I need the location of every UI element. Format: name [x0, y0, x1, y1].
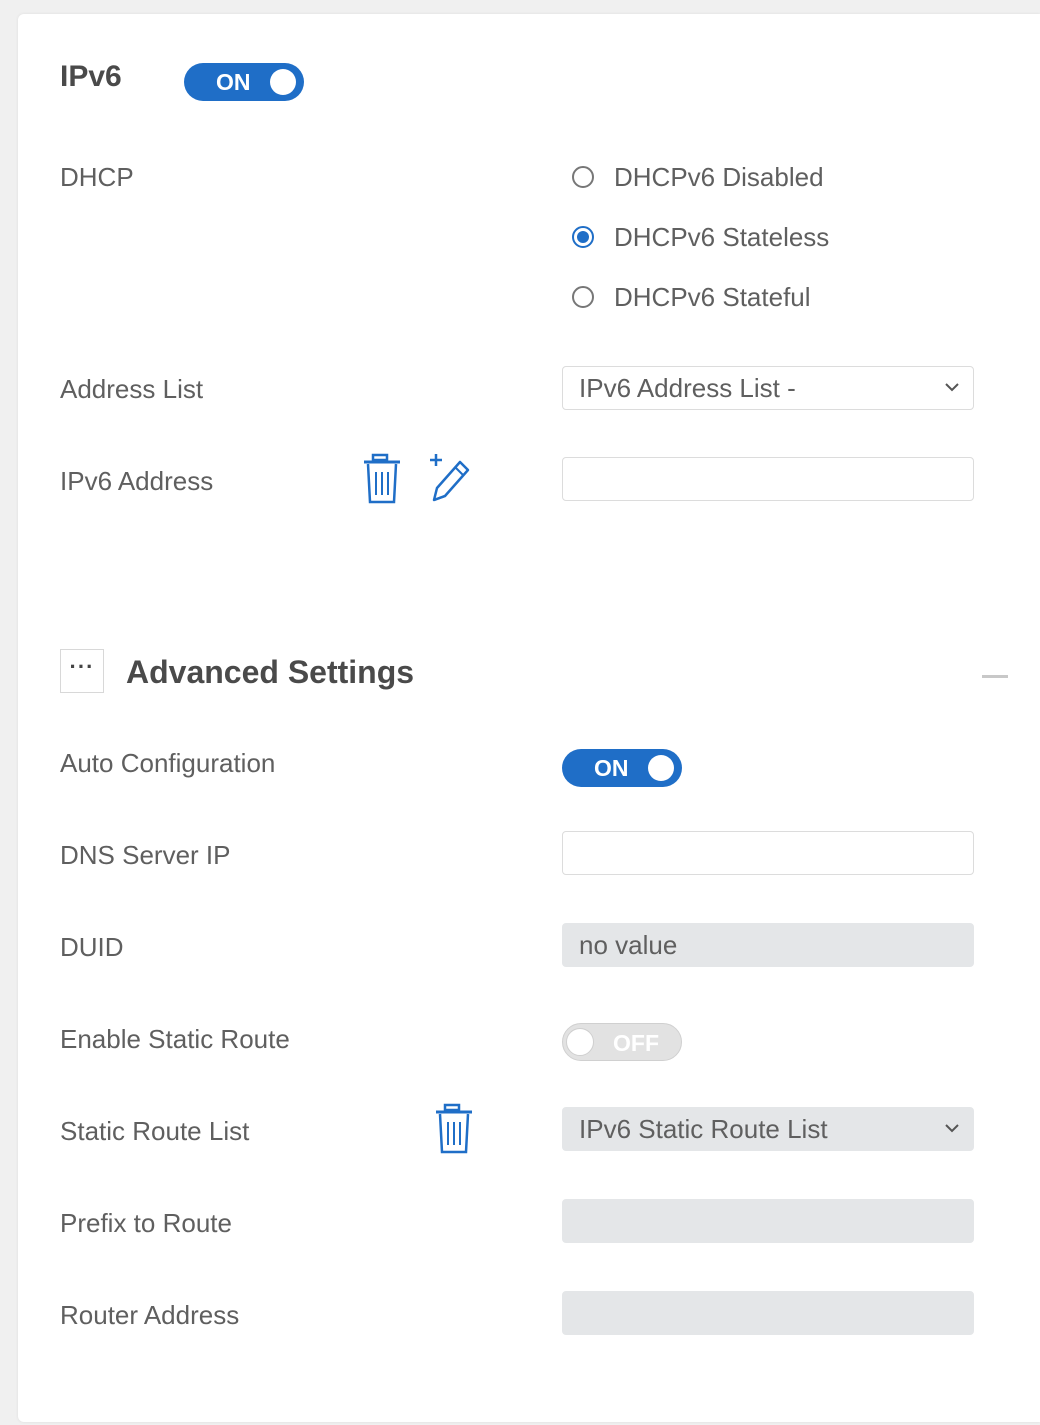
dhcp-label: DHCP: [60, 162, 134, 192]
advanced-settings-title: Advanced Settings: [126, 654, 415, 690]
address-list-label: Address List: [60, 374, 204, 404]
router-address-label: Router Address: [60, 1300, 240, 1330]
toggle-knob: [270, 69, 296, 95]
radio-dhcpv6-disabled[interactable]: DHCPv6 Disabled: [572, 157, 824, 197]
auto-config-label: Auto Configuration: [60, 748, 276, 778]
radio-label: DHCPv6 Stateful: [614, 281, 811, 312]
router-address-input: [562, 1291, 974, 1335]
auto-config-toggle-label: ON: [594, 755, 629, 781]
radio-circle-checked: [572, 226, 594, 248]
prefix-input: [562, 1199, 974, 1243]
dns-server-label: DNS Server IP: [60, 840, 231, 870]
trash-icon[interactable]: [432, 1102, 476, 1156]
static-route-toggle-label: OFF: [613, 1030, 659, 1056]
chevron-down-icon: [943, 367, 961, 424]
toggle-knob: [566, 1028, 594, 1056]
ipv6-settings-card: IPv6 ON DHCP DHCPv6 Disabled DHCPv6 Stat…: [18, 14, 1040, 1422]
static-route-list-label: Static Route List: [60, 1116, 250, 1146]
more-dots-icon[interactable]: ···: [60, 649, 104, 693]
static-route-label: Enable Static Route: [60, 1024, 290, 1054]
address-list-select[interactable]: IPv6 Address List -: [562, 366, 974, 410]
duid-field: no value: [562, 923, 974, 967]
radio-label: DHCPv6 Stateless: [614, 221, 830, 252]
static-route-list-selected: IPv6 Static Route List: [579, 1114, 828, 1144]
prefix-label: Prefix to Route: [60, 1208, 232, 1238]
collapse-icon[interactable]: [982, 675, 1008, 678]
duid-label: DUID: [60, 932, 124, 962]
ipv6-title: IPv6: [60, 60, 122, 93]
ipv6-toggle[interactable]: ON: [184, 63, 304, 101]
edit-pencil-icon[interactable]: [426, 452, 476, 506]
chevron-down-icon: [943, 1108, 961, 1165]
radio-circle: [572, 286, 594, 308]
static-route-list-select: IPv6 Static Route List: [562, 1107, 974, 1151]
trash-icon[interactable]: [360, 452, 404, 506]
auto-config-toggle[interactable]: ON: [562, 749, 682, 787]
toggle-knob: [648, 755, 674, 781]
address-list-selected: IPv6 Address List -: [579, 373, 796, 403]
radio-label: DHCPv6 Disabled: [614, 161, 824, 192]
ipv6-toggle-label: ON: [216, 69, 251, 95]
ipv6-address-label: IPv6 Address: [60, 466, 214, 496]
static-route-toggle[interactable]: OFF: [562, 1023, 682, 1061]
dns-server-input[interactable]: [562, 831, 974, 875]
radio-dhcpv6-stateless[interactable]: DHCPv6 Stateless: [572, 217, 829, 257]
ipv6-address-input[interactable]: [562, 457, 974, 501]
radio-circle: [572, 166, 594, 188]
radio-dhcpv6-stateful[interactable]: DHCPv6 Stateful: [572, 277, 811, 317]
